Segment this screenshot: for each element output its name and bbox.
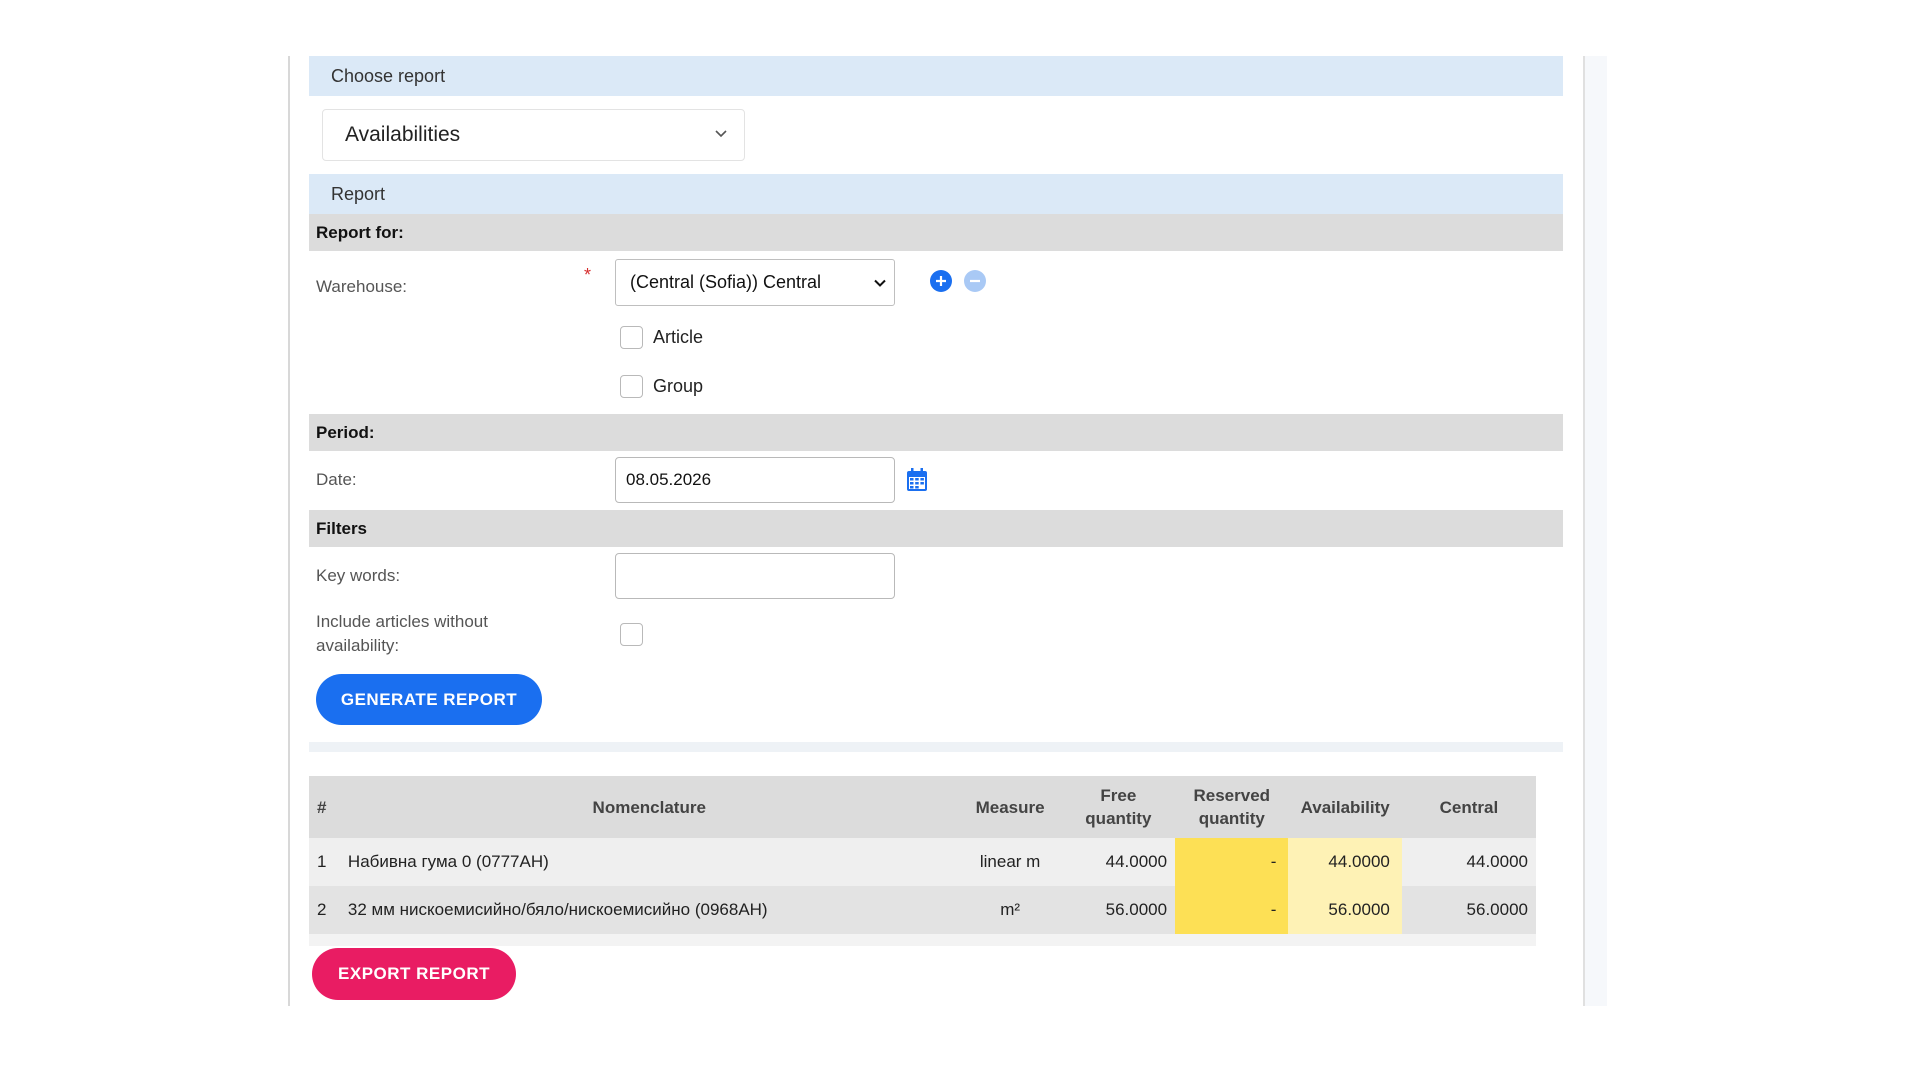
row-reserved-quantity: -: [1175, 886, 1289, 934]
keywords-input[interactable]: [615, 553, 895, 599]
row-num: 2: [309, 886, 340, 934]
results-table: # Nomenclature Measure Free quantity Res…: [309, 776, 1536, 946]
report-title: Report: [331, 183, 386, 204]
row-nomenclature: 32 мм нискоемисийно/бяло/нискоемисийно (…: [339, 886, 959, 934]
filters-section: Filters: [309, 510, 1563, 547]
remove-warehouse-button[interactable]: [964, 270, 986, 292]
add-warehouse-button[interactable]: [930, 270, 952, 292]
col-reserved-header: Reserved quantity: [1175, 776, 1289, 838]
choose-report-title: Choose report: [331, 65, 446, 86]
col-free-header: Free quantity: [1061, 776, 1176, 838]
warehouse-label: Warehouse:: [316, 277, 408, 296]
col-num-header: #: [309, 776, 340, 838]
col-measure-header: Measure: [958, 776, 1062, 838]
date-label: Date:: [316, 470, 357, 489]
filters-title: Filters: [316, 518, 368, 538]
row-central: 44.0000: [1401, 838, 1536, 886]
col-availability-header: Availability: [1288, 776, 1402, 838]
section-divider: [309, 742, 1563, 752]
plus-circle-icon: [936, 276, 946, 286]
table-row: 1 Набивна гума 0 (0777AH) linear m 44.00…: [309, 838, 1536, 886]
warehouse-select[interactable]: (Central (Sofia)) Central: [615, 259, 895, 306]
period-title: Period:: [316, 422, 375, 442]
report-for-section: Report for:: [309, 214, 1563, 251]
right-sidebar-shade: [1585, 56, 1607, 1006]
export-report-button[interactable]: EXPORT REPORT: [312, 948, 516, 1000]
chevron-down-icon: [874, 279, 886, 287]
date-input[interactable]: [615, 457, 895, 503]
article-checkbox[interactable]: [620, 326, 643, 349]
row-availability: 44.0000: [1288, 838, 1402, 886]
report-type-value: Availabilities: [345, 123, 461, 146]
report-type-select[interactable]: Availabilities: [322, 109, 745, 161]
row-central: 56.0000: [1401, 886, 1536, 934]
article-checkbox-label: Article: [653, 327, 704, 347]
report-for-body: Warehouse: * (Central (Sofia)) Central A…: [309, 251, 1563, 414]
col-central-header: Central: [1401, 776, 1536, 838]
table-row: 2 32 мм нискоемисийно/бяло/нискоемисийно…: [309, 886, 1536, 934]
row-free-quantity: 44.0000: [1061, 838, 1176, 886]
include-no-availability-label: Include articles without availability:: [316, 612, 488, 655]
keywords-label: Key words:: [316, 566, 401, 585]
report-header: Report: [309, 174, 1563, 214]
choose-report-header: Choose report: [309, 56, 1563, 96]
warehouse-value: (Central (Sofia)) Central: [630, 272, 822, 292]
required-mark: *: [584, 265, 592, 285]
calendar-icon[interactable]: [906, 468, 928, 492]
choose-report-area: Availabilities: [309, 96, 1563, 174]
row-measure: m²: [958, 886, 1062, 934]
row-measure: linear m: [958, 838, 1062, 886]
period-body: Date:: [309, 451, 1563, 510]
table-header-row: # Nomenclature Measure Free quantity Res…: [309, 776, 1536, 838]
table-footer-spacer: [309, 934, 1536, 946]
row-free-quantity: 56.0000: [1061, 886, 1176, 934]
row-availability: 56.0000: [1288, 886, 1402, 934]
row-nomenclature: Набивна гума 0 (0777AH): [339, 838, 959, 886]
group-checkbox-label: Group: [653, 376, 704, 396]
report-panel: Choose report Availabilities Report Repo…: [309, 56, 1563, 1000]
filters-body: Key words: Include articles without avai…: [309, 547, 1563, 759]
period-section: Period:: [309, 414, 1563, 451]
generate-report-button[interactable]: GENERATE REPORT: [316, 674, 542, 725]
minus-circle-icon: [970, 279, 980, 283]
group-checkbox[interactable]: [620, 375, 643, 398]
row-reserved-quantity: -: [1175, 838, 1289, 886]
include-no-availability-checkbox[interactable]: [620, 623, 643, 646]
chevron-down-icon: [715, 130, 727, 138]
col-nomenclature-header: Nomenclature: [339, 776, 959, 838]
content-left-border: [288, 56, 290, 1006]
report-for-title: Report for:: [316, 222, 404, 242]
row-num: 1: [309, 838, 340, 886]
